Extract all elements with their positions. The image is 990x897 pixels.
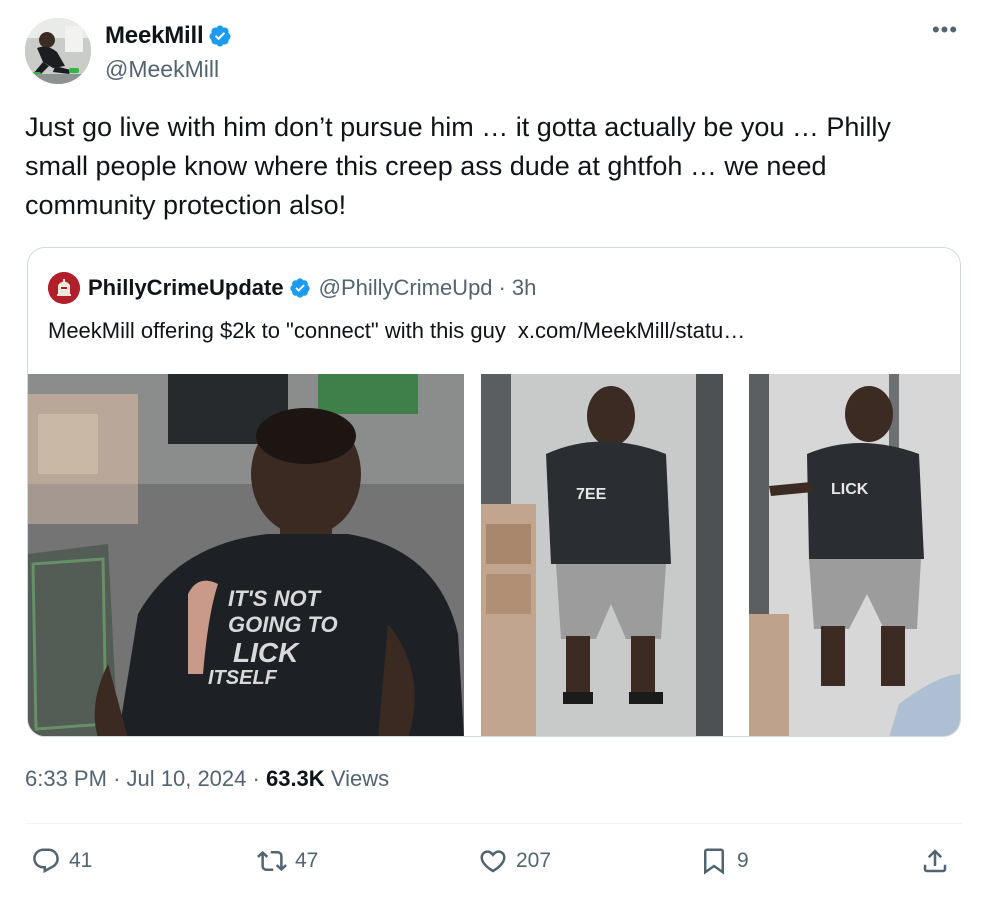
reply-count: 41 xyxy=(69,849,93,872)
bookmark-button[interactable]: 9 xyxy=(699,846,749,876)
tweet-time[interactable]: 6:33 PM xyxy=(25,766,107,791)
author-name-row[interactable]: MeekMill xyxy=(105,22,232,50)
like-button[interactable]: 207 xyxy=(478,846,551,876)
quoted-avatar xyxy=(48,272,80,304)
author-handle[interactable]: @MeekMill xyxy=(105,56,219,83)
action-bar: 41 47 207 9 xyxy=(25,840,962,886)
quoted-handle[interactable]: @PhillyCrimeUpd xyxy=(319,275,493,301)
meta-separator-1: · xyxy=(113,766,121,791)
quoted-time[interactable]: 3h xyxy=(512,275,536,301)
divider xyxy=(25,823,962,824)
reply-icon xyxy=(33,848,59,874)
views-label: Views xyxy=(330,766,390,791)
quoted-header: PhillyCrimeUpdate @PhillyCrimeUpd · 3h xyxy=(48,272,536,304)
quoted-separator: · xyxy=(498,275,506,300)
share-icon xyxy=(923,849,947,873)
reply-button[interactable]: 41 xyxy=(31,846,92,876)
bookmark-icon xyxy=(704,848,724,875)
shirt-text-line-3: LICK xyxy=(233,637,300,668)
views-count[interactable]: 63.3K xyxy=(266,766,325,791)
like-icon xyxy=(480,850,506,873)
verified-badge-icon xyxy=(289,278,310,298)
shirt-text-line-4: ITSELF xyxy=(208,667,278,689)
quoted-body: MeekMill offering $2k to "connect" with … xyxy=(48,318,506,343)
tweet-meta: 6:33 PM · Jul 10, 2024 · 63.3K Views xyxy=(25,766,389,792)
verified-badge-icon xyxy=(209,25,231,47)
svg-text:LICK: LICK xyxy=(831,481,869,498)
quoted-display-name[interactable]: PhillyCrimeUpdate xyxy=(88,275,284,301)
bookmark-count: 9 xyxy=(737,849,749,872)
shirt-text-line-2: GOING TO xyxy=(228,612,338,637)
media-image-2[interactable]: 7EE xyxy=(481,374,723,736)
quoted-media: IT'S NOT GOING TO LICK ITSELF 7EE LICK xyxy=(28,374,960,736)
shirt-text-line-1: IT'S NOT xyxy=(228,586,322,611)
author-display-name[interactable]: MeekMill xyxy=(105,22,204,50)
repost-button[interactable]: 47 xyxy=(257,846,318,876)
media-image-1[interactable]: IT'S NOT GOING TO LICK ITSELF xyxy=(28,374,464,736)
tweet-header: MeekMill @MeekMill ••• xyxy=(25,18,970,86)
more-icon[interactable]: ••• xyxy=(930,19,960,50)
share-button[interactable] xyxy=(920,846,950,876)
quoted-link[interactable]: x.com/MeekMill/statu… xyxy=(518,318,745,343)
quoted-tweet[interactable]: PhillyCrimeUpdate @PhillyCrimeUpd · 3h M… xyxy=(27,247,961,737)
tweet-text: Just go live with him don’t pursue him …… xyxy=(25,112,891,220)
repost-icon xyxy=(257,850,287,872)
media-image-3[interactable]: LICK xyxy=(749,374,960,736)
tweet-date[interactable]: Jul 10, 2024 xyxy=(127,766,247,791)
repost-count: 47 xyxy=(295,849,319,872)
meta-separator-2: · xyxy=(252,766,260,791)
quoted-text: MeekMill offering $2k to "connect" with … xyxy=(48,318,745,344)
svg-text:7EE: 7EE xyxy=(576,486,607,503)
like-count: 207 xyxy=(516,849,552,872)
author-avatar[interactable] xyxy=(25,18,91,84)
